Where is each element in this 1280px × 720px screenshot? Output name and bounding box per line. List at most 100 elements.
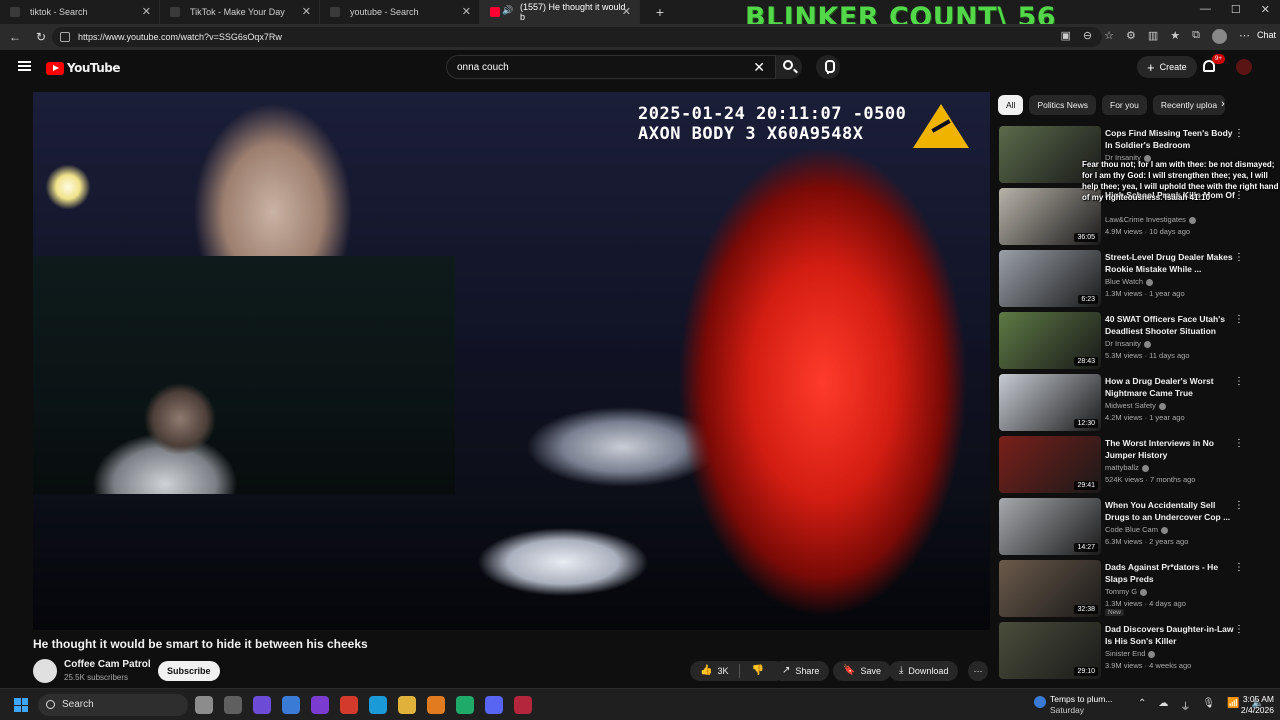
kebab-menu-icon[interactable]: ⋮: [1234, 376, 1244, 387]
voice-search-mic-icon[interactable]: [816, 55, 840, 79]
thumbs-up-icon[interactable]: 👍: [700, 661, 712, 681]
task-view-icon[interactable]: [195, 696, 213, 714]
rec-title[interactable]: 40 SWAT Officers Face Utah's Deadliest S…: [1105, 313, 1237, 337]
list-item[interactable]: 6:23 Street-Level Drug Dealer Makes Rook…: [999, 250, 1249, 312]
list-item[interactable]: 32:38 Dads Against Pr*dators - He Slaps …: [999, 560, 1249, 622]
list-item[interactable]: 14:27 When You Accidentally Sell Drugs t…: [999, 498, 1249, 560]
more-options-icon[interactable]: ⋯: [1239, 29, 1250, 44]
app-available-icon[interactable]: ▣: [1060, 29, 1070, 44]
list-item[interactable]: 12:30 How a Drug Dealer's Worst Nightmar…: [999, 374, 1249, 436]
app-icon[interactable]: [514, 696, 532, 714]
list-item[interactable]: 29:41 The Worst Interviews in No Jumper …: [999, 436, 1249, 498]
kebab-menu-icon[interactable]: ⋮: [1234, 624, 1244, 635]
video-thumbnail[interactable]: 32:38: [999, 560, 1101, 617]
close-tab-icon[interactable]: ✕: [462, 5, 471, 18]
video-thumbnail[interactable]: 29:41: [999, 436, 1101, 493]
chip-recently-uploaded[interactable]: Recently uploa: [1152, 95, 1226, 115]
search-input[interactable]: [457, 56, 747, 78]
video-thumbnail[interactable]: 6:23: [999, 250, 1101, 307]
channel-name[interactable]: Coffee Cam Patrol: [64, 659, 151, 670]
video-thumbnail[interactable]: 29:10: [999, 622, 1101, 679]
more-actions-icon[interactable]: ⋯: [968, 661, 988, 681]
search-button[interactable]: [776, 55, 802, 79]
video-thumbnail[interactable]: 28:43: [999, 312, 1101, 369]
maximize-icon[interactable]: ☐: [1231, 3, 1241, 16]
opera-icon[interactable]: [340, 696, 358, 714]
video-thumbnail[interactable]: 12:30: [999, 374, 1101, 431]
profile-avatar[interactable]: [1212, 29, 1227, 44]
like-count[interactable]: 3K: [717, 661, 728, 681]
usb-icon[interactable]: ⏚: [1180, 698, 1190, 713]
tab-youtube-video[interactable]: 🔊 (1557) He thought it would b ✕: [480, 0, 640, 24]
rec-channel[interactable]: Sinister End: [1105, 649, 1156, 658]
rec-channel[interactable]: Tommy G: [1105, 587, 1148, 596]
refresh-icon[interactable]: ↻: [30, 30, 52, 44]
close-tab-icon[interactable]: ✕: [142, 5, 151, 18]
close-tab-icon[interactable]: ✕: [622, 5, 631, 18]
rec-channel[interactable]: Law&Crime Investigates: [1105, 215, 1196, 224]
discord-icon[interactable]: [485, 696, 503, 714]
rec-title[interactable]: Dad Discovers Daughter-in-Law Is His Son…: [1105, 623, 1237, 647]
download-button[interactable]: ⤓ Download: [889, 661, 959, 681]
tab-tiktok-home[interactable]: TikTok - Make Your Day ✕: [160, 0, 320, 24]
app-icon[interactable]: [456, 696, 474, 714]
cloud-icon[interactable]: ☁: [1158, 698, 1168, 713]
back-arrow-icon[interactable]: ←: [4, 30, 26, 44]
rec-channel[interactable]: Midwest Safety: [1105, 401, 1166, 410]
rec-title[interactable]: Cops Find Missing Teen's Body In Soldier…: [1105, 127, 1237, 151]
tab-youtube-search[interactable]: youtube - Search ✕: [320, 0, 480, 24]
favorites-icon[interactable]: ★: [1170, 29, 1180, 44]
rec-channel[interactable]: mattyballz: [1105, 463, 1149, 472]
rec-title[interactable]: Street-Level Drug Dealer Makes Rookie Mi…: [1105, 251, 1237, 275]
kebab-menu-icon[interactable]: ⋮: [1234, 252, 1244, 263]
chip-politics-news[interactable]: Politics News: [1029, 95, 1096, 115]
file-icon[interactable]: [224, 696, 242, 714]
tab-tiktok-search[interactable]: tiktok - Search ✕: [0, 0, 160, 24]
chevron-up-icon[interactable]: ⌃: [1138, 698, 1146, 713]
taskbar-clock[interactable]: 3:05 AM 2/4/2026: [1232, 694, 1274, 716]
hamburger-menu-icon[interactable]: [18, 61, 31, 71]
thumbs-down-icon[interactable]: 👎: [751, 661, 763, 681]
plus-icon[interactable]: +: [648, 4, 672, 20]
url-field[interactable]: https://www.youtube.com/watch?v=SSG6sOqx…: [52, 27, 1102, 47]
rec-title[interactable]: The Worst Interviews in No Jumper Histor…: [1105, 437, 1237, 461]
kebab-menu-icon[interactable]: ⋮: [1234, 500, 1244, 511]
rec-title[interactable]: Dads Against Pr*dators - He Slaps Preds: [1105, 561, 1237, 585]
speaker-icon[interactable]: 🔊: [502, 5, 513, 16]
zoom-icon[interactable]: ⊖: [1083, 29, 1092, 44]
extensions-icon[interactable]: ⚙: [1126, 29, 1136, 44]
save-button[interactable]: 🔖 Save: [833, 661, 891, 681]
video-player[interactable]: 2025-01-24 20:11:07 -0500 AXON BODY 3 X6…: [33, 92, 990, 630]
youtube-logo[interactable]: YouTube: [46, 61, 121, 75]
chip-for-you[interactable]: For you: [1102, 95, 1147, 115]
account-avatar[interactable]: [1236, 59, 1252, 75]
app-icon[interactable]: [311, 696, 329, 714]
create-button[interactable]: + Create: [1137, 56, 1197, 78]
kebab-menu-icon[interactable]: ⋮: [1234, 438, 1244, 449]
store-icon[interactable]: [282, 696, 300, 714]
subscribe-button[interactable]: Subscribe: [158, 661, 220, 681]
rec-channel[interactable]: Code Blue Cam: [1105, 525, 1168, 534]
channel-avatar[interactable]: [33, 659, 57, 683]
copilot-icon[interactable]: [253, 696, 271, 714]
taskbar-search[interactable]: Search: [38, 694, 188, 716]
list-item[interactable]: 28:43 40 SWAT Officers Face Utah's Deadl…: [999, 312, 1249, 374]
site-info-icon[interactable]: [60, 32, 70, 42]
copilot-chat-button[interactable]: Chat: [1257, 30, 1276, 40]
list-item[interactable]: 29:10 Dad Discovers Daughter-in-Law Is H…: [999, 622, 1249, 684]
clear-search-icon[interactable]: ✕: [753, 59, 765, 76]
windows-start-icon[interactable]: [14, 698, 28, 712]
kebab-menu-icon[interactable]: ⋮: [1234, 314, 1244, 325]
minimize-icon[interactable]: —: [1200, 3, 1211, 16]
rec-channel[interactable]: Blue Watch: [1105, 277, 1154, 286]
edge-icon[interactable]: [369, 696, 387, 714]
folder-icon[interactable]: [398, 696, 416, 714]
kebab-menu-icon[interactable]: ⋮: [1234, 128, 1244, 139]
rec-title[interactable]: How a Drug Dealer's Worst Nightmare Came…: [1105, 375, 1237, 399]
app-icon[interactable]: [427, 696, 445, 714]
favorite-star-icon[interactable]: ☆: [1104, 29, 1114, 44]
chip-all[interactable]: All: [998, 95, 1024, 115]
split-screen-icon[interactable]: ▥: [1148, 29, 1158, 44]
close-icon[interactable]: ✕: [1261, 3, 1270, 16]
collections-icon[interactable]: ⧉: [1192, 29, 1200, 44]
